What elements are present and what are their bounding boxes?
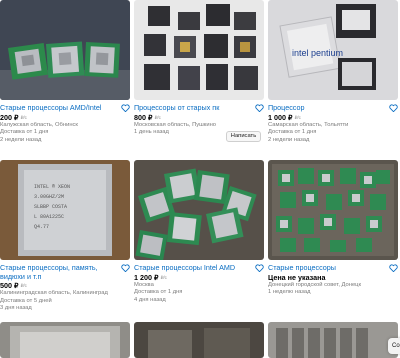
write-button[interactable]: Написать [226, 131, 261, 142]
listing-title[interactable]: Старые процессоры, память, видюхи и т.п [0, 264, 120, 281]
floating-action-button[interactable]: Co [388, 338, 400, 354]
price-tag: ₽/с [294, 114, 301, 120]
listing-price: 800 ₽ ₽/с [134, 113, 264, 122]
listing-title[interactable]: Процессоры от старых пк [134, 104, 264, 113]
heart-icon[interactable] [121, 264, 130, 272]
price-value: 1 000 ₽ [268, 112, 293, 122]
listing-photo[interactable] [0, 0, 130, 100]
listing-price: 200 ₽ ₽/с [0, 113, 130, 122]
price-tag: ₽/с [20, 283, 27, 288]
listing-photo[interactable]: intel pentium [268, 0, 398, 100]
listing-date: 4 дня назад [134, 296, 166, 303]
listing-location: Московская область, Пушкино [134, 121, 216, 128]
svg-text:SLBBP COSTA: SLBBP COSTA [34, 204, 67, 210]
heart-icon[interactable] [255, 264, 264, 272]
listing-photo[interactable]: INTEL ® XEON 3.00GHZ/2M SLBBP COSTA L 80… [0, 160, 130, 260]
listing-delivery: Доставка от 1 дня [268, 129, 317, 136]
listing-delivery: Доставка от 5 дней [0, 297, 52, 304]
listing-location: Калужская область, Обнинск [0, 121, 78, 128]
heart-icon[interactable] [255, 104, 264, 112]
listing-price: Цена не указана [268, 272, 326, 282]
heart-icon[interactable] [389, 104, 398, 112]
listings-grid: Старые процессоры AMD/Intel 200 ₽ ₽/с Кал… [0, 0, 400, 358]
listing-location: Калининградская область, Калининград [0, 290, 108, 296]
listing-photo[interactable] [134, 322, 264, 358]
listing-location: Москва [134, 281, 154, 288]
listing-price: 500 ₽ ₽/с [0, 281, 130, 290]
listing-date: 2 недели назад [0, 136, 42, 143]
listing-title[interactable]: Старые процессоры [268, 264, 398, 273]
price-value: 1 200 ₽ [134, 272, 159, 282]
svg-text:L 80A1225C: L 80A1225C [34, 214, 64, 220]
listing-photo[interactable] [268, 160, 398, 260]
listing-location: Донецкий городской совет, Донецк [268, 281, 362, 288]
listing-photo[interactable] [134, 0, 264, 100]
listing-photo[interactable] [0, 322, 130, 358]
listing-delivery: Доставка от 1 дня [0, 129, 49, 136]
listing-location: Самарская область, Тольятти [268, 121, 349, 128]
listing-photo[interactable] [268, 322, 398, 358]
price-tag: ₽/с [160, 274, 167, 280]
svg-text:INTEL ® XEON: INTEL ® XEON [34, 183, 70, 190]
listing-card[interactable] [134, 322, 264, 358]
chip-brand-text: intel pentium [292, 48, 343, 58]
heart-icon[interactable] [389, 264, 398, 272]
heart-icon[interactable] [121, 104, 130, 112]
listing-delivery: Доставка от 1 дня [134, 289, 183, 296]
listing-date: 2 недели назад [268, 136, 310, 143]
price-value: 200 ₽ [0, 112, 19, 122]
listing-photo[interactable] [134, 160, 264, 260]
listing-title[interactable]: Процессор [268, 104, 398, 113]
price-value: 800 ₽ [134, 112, 153, 122]
listing-title[interactable]: Старые процессоры Intel AMD [134, 264, 264, 273]
svg-text:Q4.77: Q4.77 [34, 224, 49, 230]
price-tag: ₽/с [20, 114, 27, 120]
listing-date: 3 дня назад [0, 305, 32, 312]
listing-price: 1 000 ₽ ₽/с [268, 113, 398, 122]
price-value: 500 ₽ [0, 281, 19, 290]
svg-text:3.00GHZ/2M: 3.00GHZ/2M [34, 194, 64, 200]
listing-title[interactable]: Старые процессоры AMD/Intel [0, 104, 130, 113]
listing-card[interactable] [0, 322, 130, 358]
listing-date: 1 неделю назад [268, 289, 311, 296]
price-tag: ₽/с [154, 114, 161, 120]
listing-price: 1 200 ₽ ₽/с [134, 273, 264, 282]
listing-card[interactable] [268, 322, 398, 358]
